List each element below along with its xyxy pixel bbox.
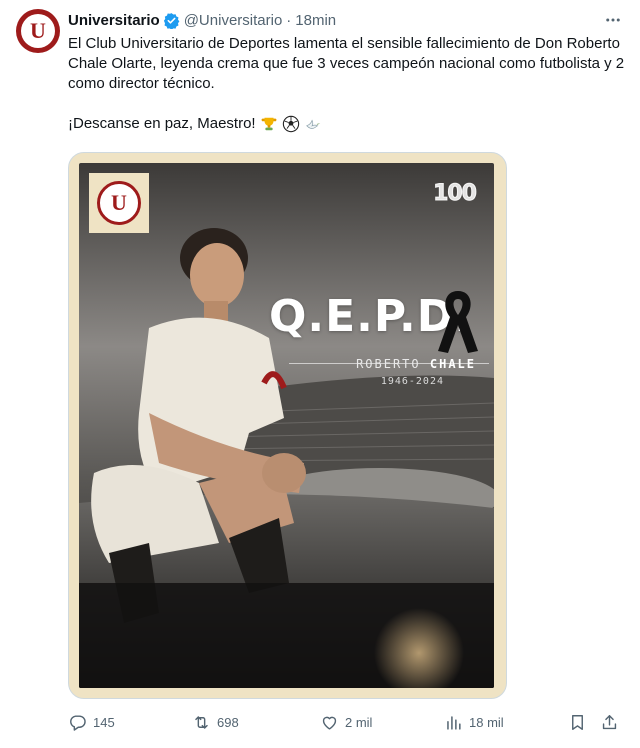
centenary-badge: 100	[433, 181, 478, 207]
tweet-closing: ¡Descanse en paz, Maestro!	[68, 115, 256, 132]
timestamp[interactable]: 18min	[295, 12, 336, 29]
action-bar: 145 698 2 mil 18 mil	[68, 711, 624, 733]
memorial-poster: U 100 Q.E.P.D. ROBERTO CHALE 1946-2024	[79, 163, 494, 688]
reply-icon	[70, 714, 86, 731]
soccer-ball-emoji	[282, 115, 300, 133]
share-button[interactable]	[600, 711, 619, 733]
like-icon	[322, 716, 337, 730]
views-count: 18 mil	[469, 714, 504, 730]
tweet-media[interactable]: U 100 Q.E.P.D. ROBERTO CHALE 1946-2024	[68, 152, 507, 699]
avatar[interactable]: U	[16, 9, 60, 53]
separator: ·	[286, 11, 292, 29]
club-logo-letter: U	[111, 190, 127, 215]
reply-count: 145	[93, 714, 115, 730]
display-name[interactable]: Universitario	[68, 12, 160, 29]
trophy-emoji	[260, 115, 278, 133]
honoree-first-name: ROBERTO	[356, 357, 421, 371]
bookmark-button[interactable]	[568, 711, 587, 733]
views-icon	[447, 715, 461, 730]
poster-artwork	[79, 163, 494, 688]
tweet-text: El Club Universitario de Deportes lament…	[68, 34, 628, 134]
repost-icon	[195, 715, 208, 729]
honoree-last-name: CHALE	[429, 357, 476, 371]
bookmark-icon	[572, 714, 583, 730]
handle[interactable]: @Universitario	[184, 12, 283, 29]
avatar-logo: U	[30, 18, 46, 43]
honoree-years: 1946-2024	[380, 376, 444, 387]
like-button[interactable]: 2 mil	[320, 711, 372, 733]
repost-button[interactable]: 698	[192, 711, 239, 733]
dove-emoji	[304, 115, 322, 133]
tweet-paragraph: El Club Universitario de Deportes lament…	[68, 35, 625, 92]
club-logo: U	[89, 173, 149, 233]
repost-count: 698	[217, 714, 239, 730]
share-icon	[602, 714, 617, 729]
verified-icon	[163, 12, 180, 29]
honoree-name: ROBERTO CHALE	[356, 357, 476, 371]
more-icon[interactable]	[602, 9, 624, 31]
reply-button[interactable]: 145	[68, 711, 115, 733]
tweet[interactable]: U Universitario @Universitario · 18min E…	[0, 0, 640, 748]
views-button[interactable]: 18 mil	[444, 711, 504, 733]
like-count: 2 mil	[345, 714, 373, 730]
black-ribbon-icon	[438, 291, 478, 353]
tweet-header: Universitario @Universitario · 18min	[68, 10, 624, 30]
